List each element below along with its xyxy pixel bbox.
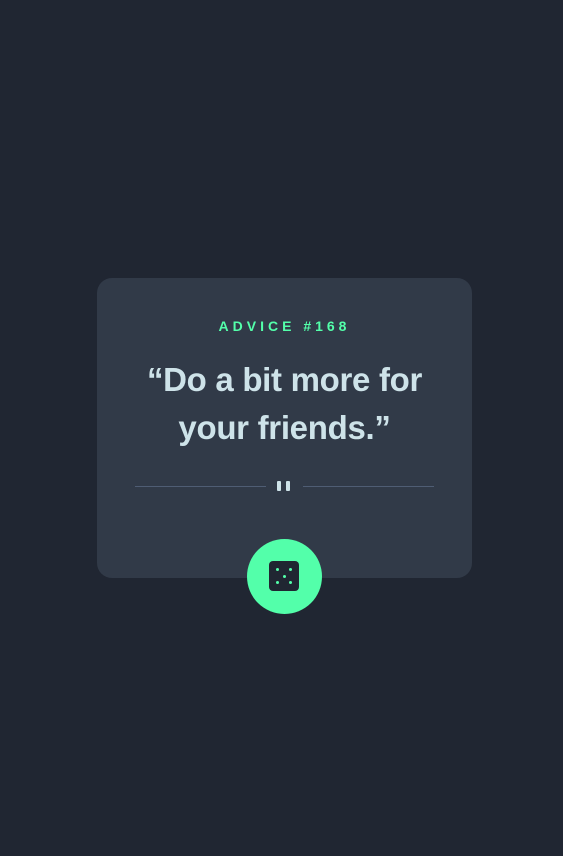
advice-quote: “Do a bit more for your friends.” (146, 361, 423, 446)
dice-icon (269, 561, 299, 591)
divider-line-left (135, 486, 266, 487)
advice-card: ADVICE #168 “Do a bit more for your frie… (97, 278, 472, 578)
pattern-divider (135, 478, 434, 496)
generate-advice-button[interactable] (247, 539, 322, 614)
advice-id-label: ADVICE #168 (218, 318, 351, 334)
divider-line-right (303, 486, 434, 487)
pause-icon (277, 481, 291, 491)
